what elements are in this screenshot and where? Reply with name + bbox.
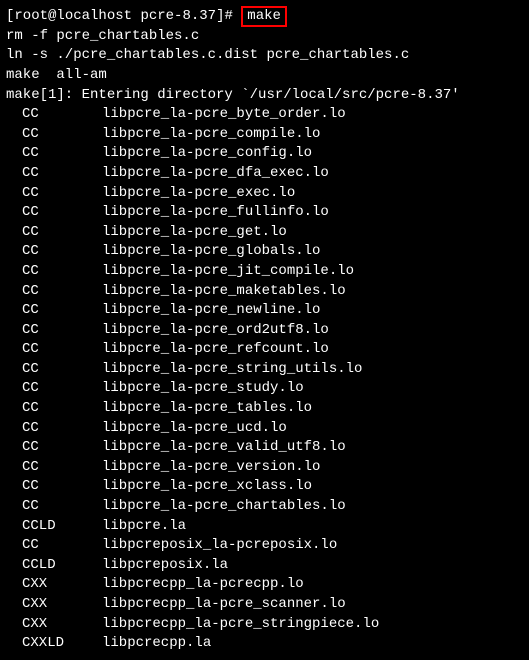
compile-tag: CC <box>22 340 102 360</box>
compile-file: libpcre_la-pcre_newline.lo <box>102 302 320 318</box>
compile-file: libpcrecpp_la-pcre_scanner.lo <box>102 596 346 612</box>
compile-file: libpcre_la-pcre_ucd.lo <box>102 420 287 436</box>
compile-tag: CC <box>22 262 102 282</box>
compile-line: CClibpcre_la-pcre_string_utils.lo <box>6 360 523 380</box>
compile-file: libpcre_la-pcre_dfa_exec.lo <box>102 165 329 181</box>
compile-output: CClibpcre_la-pcre_byte_order.loCClibpcre… <box>6 105 523 654</box>
output-prelines: rm -f pcre_chartables.cln -s ./pcre_char… <box>6 27 523 105</box>
compile-file: libpcre_la-pcre_byte_order.lo <box>102 106 346 122</box>
compile-file: libpcre_la-pcre_ord2utf8.lo <box>102 322 329 338</box>
compile-file: libpcre_la-pcre_valid_utf8.lo <box>102 439 346 455</box>
compile-line: CCLDlibpcreposix.la <box>6 556 523 576</box>
compile-line: CClibpcre_la-pcre_study.lo <box>6 379 523 399</box>
prompt-prefix: [root@localhost pcre-8.37]# <box>6 8 241 24</box>
compile-line: CClibpcre_la-pcre_fullinfo.lo <box>6 203 523 223</box>
compile-line: CClibpcre_la-pcre_refcount.lo <box>6 340 523 360</box>
compile-tag: CC <box>22 477 102 497</box>
compile-line: CClibpcre_la-pcre_globals.lo <box>6 242 523 262</box>
compile-file: libpcre_la-pcre_tables.lo <box>102 400 312 416</box>
compile-line: CClibpcre_la-pcre_valid_utf8.lo <box>6 438 523 458</box>
compile-line: CClibpcre_la-pcre_config.lo <box>6 144 523 164</box>
compile-tag: CXX <box>22 595 102 615</box>
compile-tag: CCLD <box>22 556 102 576</box>
compile-file: libpcre_la-pcre_study.lo <box>102 380 304 396</box>
compile-line: CClibpcre_la-pcre_exec.lo <box>6 184 523 204</box>
compile-tag: CC <box>22 282 102 302</box>
compile-file: libpcrecpp_la-pcrecpp.lo <box>102 576 304 592</box>
compile-line: CClibpcre_la-pcre_version.lo <box>6 458 523 478</box>
compile-tag: CC <box>22 458 102 478</box>
compile-line: CXXlibpcrecpp_la-pcrecpp.lo <box>6 575 523 595</box>
compile-tag: CC <box>22 105 102 125</box>
compile-file: libpcreposix_la-pcreposix.lo <box>102 537 337 553</box>
compile-file: libpcre_la-pcre_maketables.lo <box>102 283 346 299</box>
compile-tag: CC <box>22 497 102 517</box>
compile-tag: CC <box>22 144 102 164</box>
compile-file: libpcreposix.la <box>102 557 228 573</box>
compile-tag: CCLD <box>22 517 102 537</box>
compile-line: CClibpcre_la-pcre_chartables.lo <box>6 497 523 517</box>
compile-file: libpcre_la-pcre_version.lo <box>102 459 320 475</box>
output-line: make[1]: Entering directory `/usr/local/… <box>6 86 523 106</box>
compile-tag: CC <box>22 223 102 243</box>
compile-file: libpcre_la-pcre_exec.lo <box>102 185 295 201</box>
compile-file: libpcre_la-pcre_compile.lo <box>102 126 320 142</box>
compile-tag: CXXLD <box>22 634 102 654</box>
compile-tag: CC <box>22 438 102 458</box>
compile-line: CClibpcre_la-pcre_jit_compile.lo <box>6 262 523 282</box>
compile-file: libpcre.la <box>102 518 186 534</box>
compile-tag: CC <box>22 379 102 399</box>
compile-line: CClibpcre_la-pcre_ord2utf8.lo <box>6 321 523 341</box>
compile-line: CClibpcreposix_la-pcreposix.lo <box>6 536 523 556</box>
compile-line: CCLDlibpcre.la <box>6 517 523 537</box>
compile-file: libpcre_la-pcre_refcount.lo <box>102 341 329 357</box>
compile-file: libpcre_la-pcre_globals.lo <box>102 243 320 259</box>
compile-tag: CC <box>22 203 102 223</box>
compile-tag: CC <box>22 184 102 204</box>
compile-file: libpcre_la-pcre_jit_compile.lo <box>102 263 354 279</box>
compile-line: CClibpcre_la-pcre_ucd.lo <box>6 419 523 439</box>
compile-line: CClibpcre_la-pcre_tables.lo <box>6 399 523 419</box>
compile-tag: CC <box>22 360 102 380</box>
compile-file: libpcrecpp_la-pcre_stringpiece.lo <box>102 616 379 632</box>
compile-line: CClibpcre_la-pcre_dfa_exec.lo <box>6 164 523 184</box>
compile-tag: CC <box>22 536 102 556</box>
compile-line: CClibpcre_la-pcre_newline.lo <box>6 301 523 321</box>
command-highlighted: make <box>241 6 287 27</box>
compile-tag: CC <box>22 419 102 439</box>
compile-tag: CC <box>22 321 102 341</box>
compile-line: CXXlibpcrecpp_la-pcre_scanner.lo <box>6 595 523 615</box>
compile-file: libpcre_la-pcre_get.lo <box>102 224 287 240</box>
prompt-line: [root@localhost pcre-8.37]# make <box>6 6 523 27</box>
compile-line: CClibpcre_la-pcre_compile.lo <box>6 125 523 145</box>
compile-line: CClibpcre_la-pcre_byte_order.lo <box>6 105 523 125</box>
compile-line: CClibpcre_la-pcre_xclass.lo <box>6 477 523 497</box>
compile-file: libpcre_la-pcre_fullinfo.lo <box>102 204 329 220</box>
compile-line: CClibpcre_la-pcre_get.lo <box>6 223 523 243</box>
compile-file: libpcre_la-pcre_string_utils.lo <box>102 361 362 377</box>
compile-line: CClibpcre_la-pcre_maketables.lo <box>6 282 523 302</box>
output-line: make all-am <box>6 66 523 86</box>
compile-file: libpcre_la-pcre_config.lo <box>102 145 312 161</box>
compile-line: CXXlibpcrecpp_la-pcre_stringpiece.lo <box>6 615 523 635</box>
output-line: ln -s ./pcre_chartables.c.dist pcre_char… <box>6 46 523 66</box>
compile-tag: CC <box>22 164 102 184</box>
compile-line: CXXLDlibpcrecpp.la <box>6 634 523 654</box>
output-line: rm -f pcre_chartables.c <box>6 27 523 47</box>
compile-file: libpcrecpp.la <box>102 635 211 651</box>
compile-tag: CC <box>22 399 102 419</box>
compile-tag: CXX <box>22 575 102 595</box>
compile-tag: CC <box>22 125 102 145</box>
compile-file: libpcre_la-pcre_chartables.lo <box>102 498 346 514</box>
compile-tag: CXX <box>22 615 102 635</box>
compile-tag: CC <box>22 301 102 321</box>
compile-tag: CC <box>22 242 102 262</box>
compile-file: libpcre_la-pcre_xclass.lo <box>102 478 312 494</box>
